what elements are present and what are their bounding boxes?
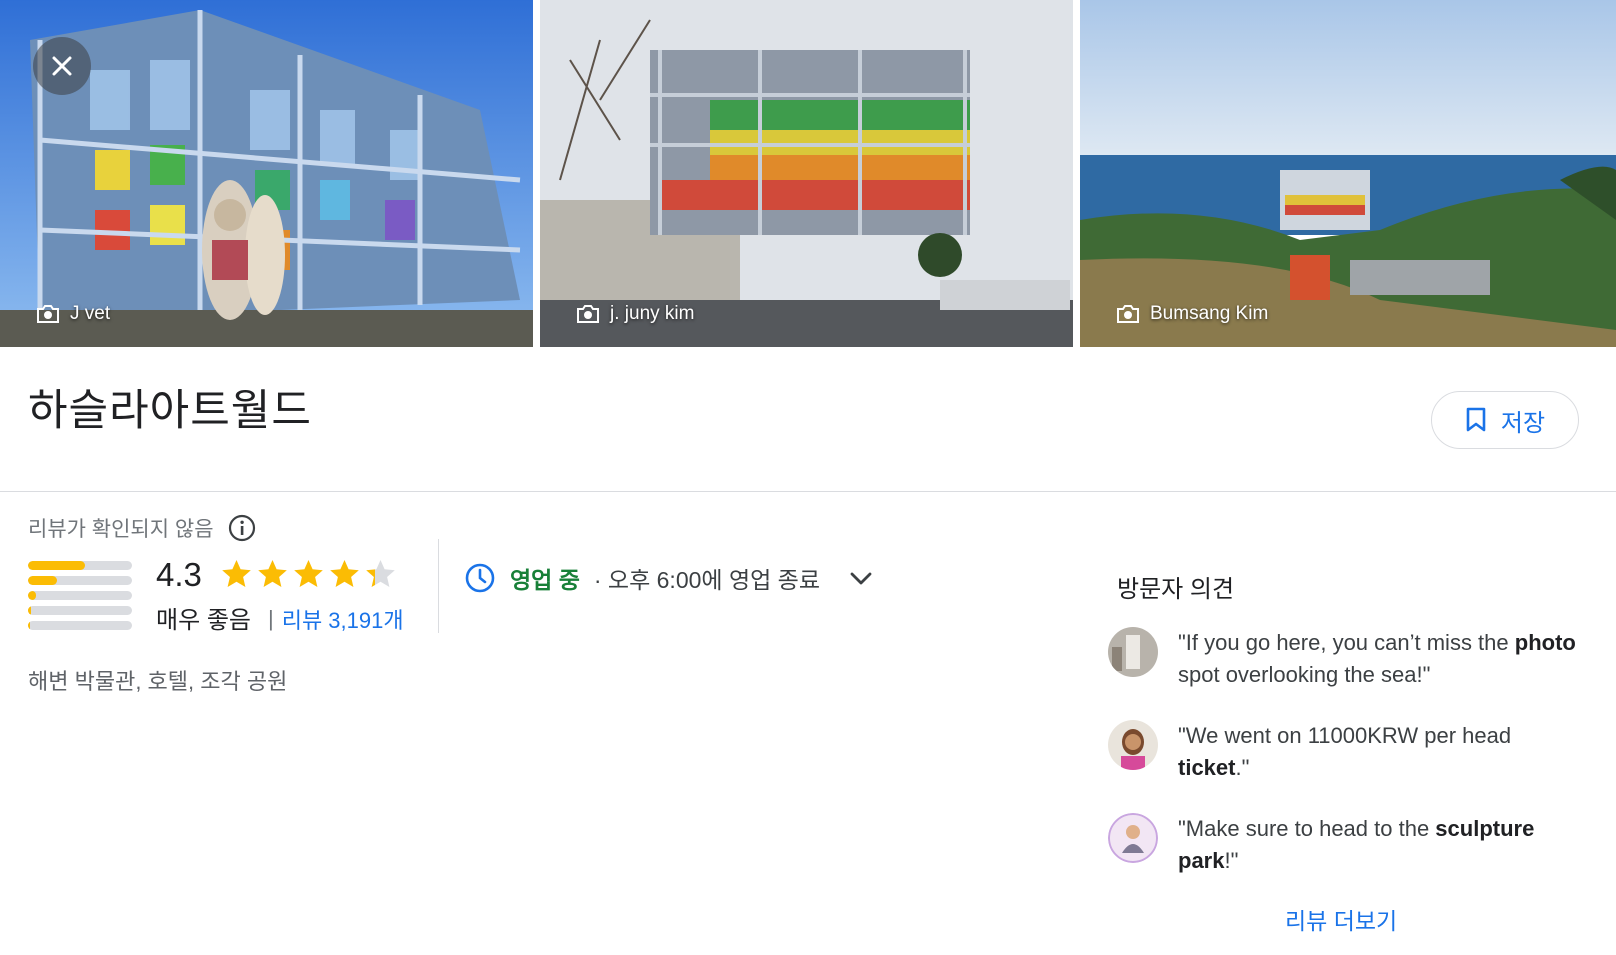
chevron-down-icon[interactable] (848, 565, 874, 591)
review-count: 리뷰 3,191개 (281, 608, 404, 633)
opinion-item[interactable]: "Make sure to head to the sculpture park… (1108, 813, 1578, 877)
star-icon (258, 560, 287, 587)
save-button-label: 저장 (1500, 409, 1546, 437)
rating-bar (28, 621, 132, 630)
opinion-quote: "If you go here, you can’t miss the phot… (1178, 627, 1578, 691)
photo-credit-name: Bumsang Kim (1150, 303, 1269, 324)
photo-strip: J vet j. juny kim Bumsang Kim (0, 0, 1616, 347)
rating-bar-fill (28, 561, 86, 570)
unverified-reviews-note: 리뷰가 확인되지 않음 (28, 513, 256, 543)
photo-2[interactable]: j. juny kim (540, 0, 1073, 347)
photo-credit-2[interactable]: j. juny kim (576, 303, 694, 325)
open-status: 영업 중 (510, 567, 580, 593)
rating-bar (28, 591, 132, 600)
review-separator: | (268, 606, 274, 631)
clock-icon (465, 563, 495, 593)
camera-icon (1117, 305, 1139, 323)
quote-text: "Make sure to head to the (1178, 816, 1436, 841)
rating-bar (28, 561, 132, 570)
rating-stars (220, 558, 397, 591)
opening-hours[interactable]: 영업 중 · 오후 6:00에 영업 종료 (464, 561, 874, 595)
rating-bar (28, 576, 132, 585)
avatar (1108, 720, 1158, 770)
star-icon (330, 560, 359, 587)
quote-text: !" (1224, 848, 1239, 873)
quote-text: "If you go here, you can’t miss the (1178, 630, 1515, 655)
unverified-label: 리뷰가 확인되지 않음 (28, 518, 214, 541)
rating-bar (28, 606, 132, 615)
quote-highlight: photo (1514, 630, 1576, 655)
opinion-item[interactable]: "If you go here, you can’t miss the phot… (1108, 627, 1578, 691)
rating-word: 매우 좋음 (156, 607, 251, 634)
opinion-item[interactable]: "We went on 11000KRW per head ticket." (1108, 720, 1578, 784)
bookmark-icon (1466, 407, 1486, 432)
place-title: 하슬라아트월드 (28, 387, 312, 435)
rating-score: 4.3 (156, 556, 202, 593)
star-icon (222, 560, 251, 587)
photo-3[interactable]: Bumsang Kim (1080, 0, 1616, 347)
place-categories: 해변 박물관, 호텔, 조각 공원 (28, 669, 288, 694)
camera-icon (577, 305, 599, 323)
rating-bar-fill (28, 606, 32, 615)
close-button[interactable] (33, 37, 91, 95)
photo-credit-1[interactable]: J vet (36, 303, 110, 325)
opinions-title: 방문자 의견 (1117, 576, 1235, 603)
photo-2-image (540, 0, 1073, 347)
star-icon (294, 560, 323, 587)
rating-bar-fill (28, 576, 58, 585)
camera-icon (37, 305, 59, 323)
rating-bar-fill (28, 591, 37, 600)
photo-3-image (1080, 0, 1616, 347)
review-count-link[interactable]: | 리뷰 3,191개 (268, 603, 404, 635)
photo-credit-name: J vet (70, 303, 111, 324)
avatar (1108, 627, 1158, 677)
close-time: · 오후 6:00에 영업 종료 (593, 567, 820, 593)
photo-1[interactable]: J vet (0, 0, 533, 347)
avatar (1108, 813, 1158, 863)
star-icon (366, 560, 395, 587)
quote-highlight: ticket (1178, 755, 1236, 780)
save-button[interactable]: 저장 (1431, 391, 1579, 449)
photo-credit-name: j. juny kim (610, 303, 695, 324)
opinion-quote: "We went on 11000KRW per head ticket." (1178, 720, 1578, 784)
rating-bar-fill (28, 621, 31, 630)
quote-text: ." (1235, 755, 1250, 780)
photo-credit-3[interactable]: Bumsang Kim (1116, 303, 1268, 325)
quote-text: "We went on 11000KRW per head (1178, 723, 1512, 748)
info-icon[interactable] (228, 514, 256, 542)
section-divider (0, 491, 1616, 492)
more-reviews-link[interactable]: 리뷰 더보기 (1285, 902, 1397, 936)
rating-distribution (28, 561, 132, 636)
vertical-divider (438, 539, 439, 633)
close-icon (52, 56, 72, 76)
quote-text: spot overlooking the sea!" (1178, 662, 1431, 687)
opinion-quote: "Make sure to head to the sculpture park… (1178, 813, 1578, 877)
